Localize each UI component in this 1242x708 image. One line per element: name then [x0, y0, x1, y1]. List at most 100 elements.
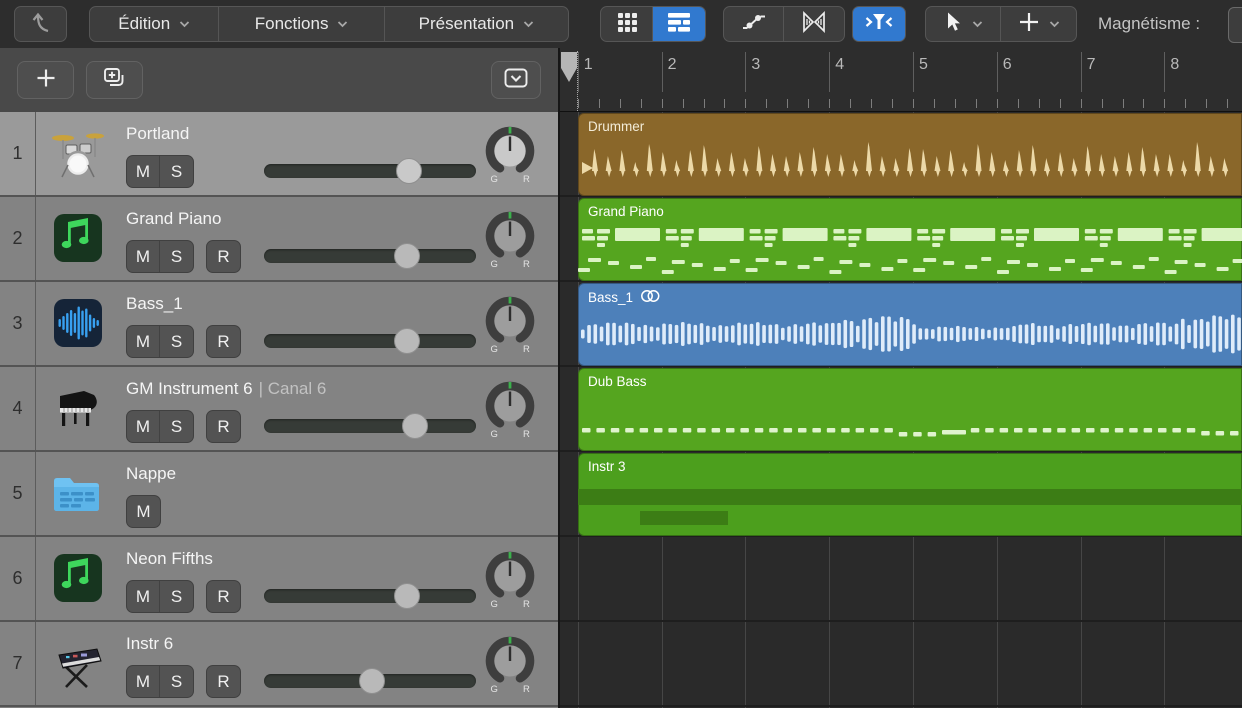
view-toggle-group: [600, 6, 706, 42]
menu-presentation[interactable]: Présentation: [385, 7, 568, 41]
volume-slider-rail[interactable]: [264, 164, 476, 178]
track-number: 3: [0, 282, 36, 365]
beat-tick: [871, 99, 872, 108]
catch-playhead-button[interactable]: [852, 6, 906, 42]
synth-keyboard-icon[interactable]: [50, 635, 106, 691]
snap-value-button[interactable]: [1228, 7, 1242, 43]
volume-slider-rail[interactable]: [264, 334, 476, 348]
flex-icon: [800, 10, 828, 39]
region-waveform: [578, 453, 1242, 536]
track-row-5[interactable]: 5NappeM: [0, 452, 558, 537]
region-grand-piano[interactable]: Grand Piano: [578, 198, 1242, 281]
region-instr-3[interactable]: Instr 3: [578, 453, 1242, 536]
grid-icon: [616, 11, 638, 38]
volume-slider-thumb[interactable]: [402, 413, 428, 439]
mute-button[interactable]: M: [127, 156, 160, 187]
solo-button[interactable]: S: [160, 666, 193, 697]
beat-tick: [724, 99, 725, 108]
solo-button[interactable]: S: [160, 326, 193, 357]
solo-button[interactable]: S: [160, 411, 193, 442]
track-name: GM Instrument 6| Canal 6: [126, 379, 326, 399]
mute-solo-group: M: [126, 495, 161, 528]
pan-knob[interactable]: G R: [484, 549, 536, 609]
beat-tick: [1102, 99, 1103, 108]
drum-kit-icon[interactable]: [50, 125, 106, 181]
bar-ruler[interactable]: 12345678: [560, 48, 1242, 112]
pan-knob[interactable]: G R: [484, 209, 536, 269]
folder-icon[interactable]: [50, 465, 106, 521]
bar-line: [829, 52, 830, 92]
beat-tick: [997, 99, 998, 108]
mute-button[interactable]: M: [127, 581, 160, 612]
region-name: Instr 3: [588, 459, 626, 474]
region-name-text: Instr 3: [588, 459, 626, 474]
region-bass-1[interactable]: Bass_1: [578, 283, 1242, 366]
pan-knob[interactable]: G R: [484, 379, 536, 439]
region-dub-bass[interactable]: Dub Bass: [578, 368, 1242, 451]
solo-button[interactable]: S: [160, 156, 193, 187]
tracks-view-button[interactable]: [653, 7, 705, 41]
bar-number: 7: [1087, 56, 1096, 74]
beat-tick: [1185, 99, 1186, 108]
beat-tick: [787, 99, 788, 108]
library-grid-button[interactable]: [601, 7, 653, 41]
pan-knob[interactable]: G R: [484, 634, 536, 694]
volume-slider-thumb[interactable]: [396, 158, 422, 184]
volume-slider-rail[interactable]: [264, 419, 476, 433]
mute-button[interactable]: M: [127, 326, 160, 357]
box-chevron-down-icon: [503, 67, 529, 94]
volume-slider-rail[interactable]: [264, 589, 476, 603]
arrange-area[interactable]: DrummerGrand Piano Bass_1 Dub Bass Instr 3: [560, 112, 1242, 708]
track-row-2[interactable]: 2Grand PianoMSR G R: [0, 197, 558, 282]
chevron-down-icon: [1049, 15, 1060, 33]
record-enable-button[interactable]: R: [206, 410, 241, 443]
add-track-button[interactable]: [17, 61, 74, 99]
region-name-text: Bass_1: [588, 290, 633, 305]
volume-slider-thumb[interactable]: [394, 243, 420, 269]
track-header-config-button[interactable]: [491, 61, 541, 99]
menu-fonctions[interactable]: Fonctions: [219, 7, 384, 41]
volume-slider-rail[interactable]: [264, 249, 476, 263]
duplicate-track-button[interactable]: [86, 61, 143, 99]
track-row-3[interactable]: 3Bass_1MSR G R: [0, 282, 558, 367]
pointer-tool-menu[interactable]: [926, 7, 1001, 41]
chevron-down-icon: [337, 15, 348, 33]
marquee-tool-menu[interactable]: [1001, 7, 1076, 41]
track-row-1[interactable]: 1PortlandMS G R: [0, 112, 558, 197]
region-name: Bass_1: [588, 289, 661, 306]
mute-button[interactable]: M: [127, 496, 160, 527]
mute-button[interactable]: M: [127, 241, 160, 272]
playhead-marker[interactable]: [560, 51, 578, 85]
back-button[interactable]: [14, 6, 67, 42]
solo-button[interactable]: S: [160, 581, 193, 612]
flex-button[interactable]: [784, 7, 844, 41]
mute-button[interactable]: M: [127, 666, 160, 697]
automation-button[interactable]: [724, 7, 784, 41]
pan-knob[interactable]: G R: [484, 294, 536, 354]
beat-tick: [1227, 99, 1228, 108]
audio-waveform-icon[interactable]: [50, 295, 106, 351]
record-enable-button[interactable]: R: [206, 240, 241, 273]
menu-edition[interactable]: Édition: [90, 7, 219, 41]
chevron-down-icon: [523, 15, 534, 33]
mute-solo-group: MS: [126, 240, 194, 273]
midi-note-icon[interactable]: [50, 210, 106, 266]
record-enable-button[interactable]: R: [206, 580, 241, 613]
svg-text:G: G: [491, 344, 498, 354]
track-row-4[interactable]: 4GM Instrument 6| Canal 6MSR G R: [0, 367, 558, 452]
track-row-6[interactable]: 6Neon FifthsMSR G R: [0, 537, 558, 622]
record-enable-button[interactable]: R: [206, 665, 241, 698]
midi-note-icon[interactable]: [50, 550, 106, 606]
record-enable-button[interactable]: R: [206, 325, 241, 358]
pan-knob[interactable]: G R: [484, 124, 536, 184]
region-drummer[interactable]: Drummer: [578, 113, 1242, 196]
region-waveform: [578, 113, 1242, 196]
mute-button[interactable]: M: [127, 411, 160, 442]
grand-piano-icon[interactable]: [50, 380, 106, 436]
volume-slider-thumb[interactable]: [359, 668, 385, 694]
volume-slider-thumb[interactable]: [394, 328, 420, 354]
track-row-7[interactable]: 7Instr 6MSR G R: [0, 622, 558, 707]
volume-slider-thumb[interactable]: [394, 583, 420, 609]
solo-button[interactable]: S: [160, 241, 193, 272]
svg-text:G: G: [491, 429, 498, 439]
